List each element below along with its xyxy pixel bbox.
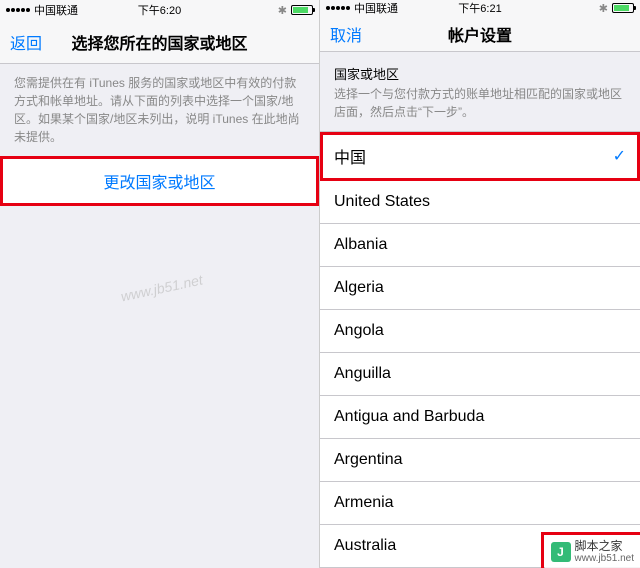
clock: 下午6:21 <box>458 0 501 16</box>
signal-dots-icon <box>6 8 30 12</box>
battery-icon <box>291 5 313 15</box>
brand-logo-icon: J <box>551 542 571 562</box>
list-item[interactable]: Argentina <box>320 439 640 482</box>
screen-right: 中国联通 下午6:21 ✱ 取消 帐户设置 国家或地区 选择一个与您付款方式的账… <box>320 0 640 568</box>
country-name: Argentina <box>334 451 403 469</box>
page-title: 选择您所在的国家或地区 <box>71 30 247 54</box>
list-item[interactable]: United States <box>320 181 640 224</box>
bluetooth-icon: ✱ <box>278 4 287 17</box>
list-item[interactable]: Antigua and Barbuda <box>320 396 640 439</box>
brand-url: www.jb51.net <box>575 553 634 564</box>
nav-bar: 返回 选择您所在的国家或地区 <box>0 20 319 64</box>
screen-left: 中国联通 下午6:20 ✱ 返回 选择您所在的国家或地区 您需提供在有 iTun… <box>0 0 320 568</box>
back-button[interactable]: 返回 <box>10 30 42 54</box>
cancel-button[interactable]: 取消 <box>330 22 362 46</box>
status-bar: 中国联通 下午6:21 ✱ <box>320 0 640 16</box>
section-description: 选择一个与您付款方式的账单地址相匹配的国家或地区店面，然后点击“下一步”。 <box>320 85 640 131</box>
country-name: Anguilla <box>334 365 391 383</box>
carrier-label: 中国联通 <box>354 0 398 16</box>
country-name: United States <box>334 193 430 211</box>
country-list: 中国 ✓ United States Albania Algeria Angol… <box>320 131 640 568</box>
description-text: 您需提供在有 iTunes 服务的国家或地区中有效的付款方式和帐单地址。请从下面… <box>0 64 319 156</box>
bluetooth-icon: ✱ <box>599 2 608 15</box>
clock: 下午6:20 <box>138 2 181 18</box>
country-name: Australia <box>334 537 396 555</box>
carrier-label: 中国联通 <box>34 2 78 18</box>
list-item[interactable]: Armenia <box>320 482 640 525</box>
footer-branding: J 脚本之家 www.jb51.net <box>545 536 640 568</box>
country-name: Armenia <box>334 494 394 512</box>
list-item[interactable]: Angola <box>320 310 640 353</box>
battery-icon <box>612 3 634 13</box>
list-item[interactable]: Anguilla <box>320 353 640 396</box>
signal-dots-icon <box>326 6 350 10</box>
country-name: Albania <box>334 236 387 254</box>
list-item[interactable]: Albania <box>320 224 640 267</box>
page-title: 帐户设置 <box>448 22 512 46</box>
change-region-button[interactable]: 更改国家或地区 <box>0 156 319 206</box>
country-name: Algeria <box>334 279 384 297</box>
section-label: 国家或地区 <box>320 52 640 85</box>
list-item[interactable]: Algeria <box>320 267 640 310</box>
country-name: 中国 <box>334 144 366 168</box>
nav-bar: 取消 帐户设置 <box>320 16 640 52</box>
country-name: Angola <box>334 322 384 340</box>
check-icon: ✓ <box>613 146 626 166</box>
list-item-selected[interactable]: 中国 ✓ <box>320 132 640 181</box>
country-name: Antigua and Barbuda <box>334 408 484 426</box>
brand-name: 脚本之家 <box>575 540 634 553</box>
status-bar: 中国联通 下午6:20 ✱ <box>0 0 319 20</box>
